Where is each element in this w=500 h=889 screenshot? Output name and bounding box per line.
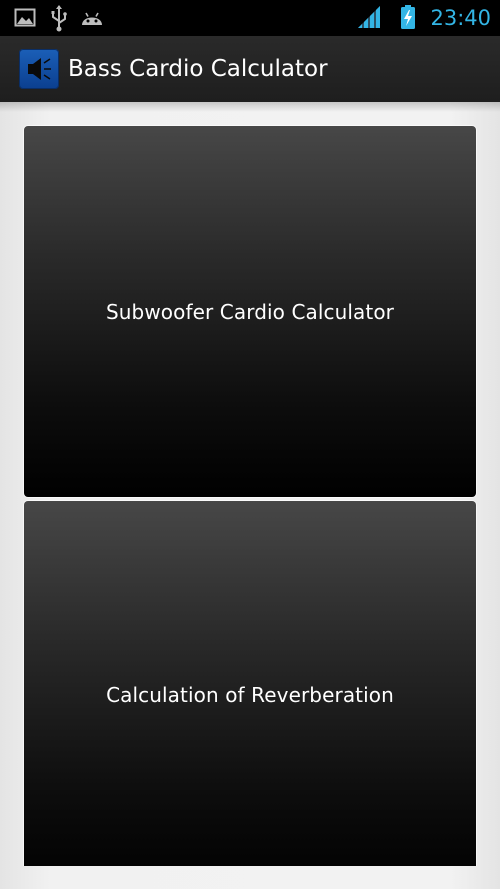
action-bar: Bass Cardio Calculator — [0, 36, 500, 102]
action-bar-shadow — [0, 102, 500, 112]
bottom-strip — [0, 866, 500, 889]
status-time: 23:40 — [430, 6, 491, 30]
subwoofer-cardio-calculator-button[interactable]: Subwoofer Cardio Calculator — [24, 126, 476, 497]
calculation-of-reverberation-button[interactable]: Calculation of Reverberation — [24, 501, 476, 889]
speaker-icon — [28, 58, 51, 80]
status-bar: 23:40 — [0, 0, 500, 36]
app-title: Bass Cardio Calculator — [68, 56, 328, 82]
signal-icon — [358, 6, 380, 28]
android-debug-icon — [82, 12, 102, 25]
usb-icon — [51, 5, 67, 32]
app-screen: 23:40 Bass Cardio Calculator Subwoofer C… — [0, 0, 500, 889]
battery-charging-icon — [401, 5, 415, 29]
subwoofer-cardio-calculator-label: Subwoofer Cardio Calculator — [105, 299, 395, 324]
gallery-icon — [14, 8, 36, 27]
app-logo[interactable] — [19, 49, 59, 89]
calculation-of-reverberation-label: Calculation of Reverberation — [106, 683, 394, 707]
